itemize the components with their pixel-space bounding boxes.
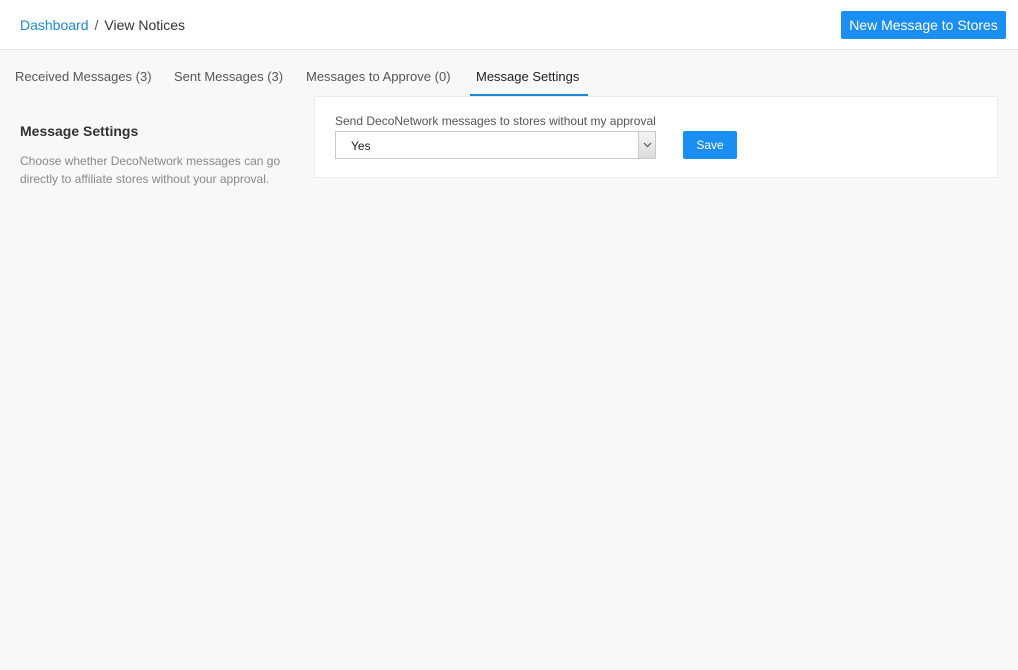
breadcrumb-dashboard-link[interactable]: Dashboard: [20, 17, 89, 33]
tab-message-settings[interactable]: Message Settings: [470, 60, 588, 97]
section-title: Message Settings: [20, 123, 139, 139]
tab-bar: Received Messages (3) Sent Messages (3) …: [0, 60, 1018, 97]
tab-sent-messages[interactable]: Sent Messages (3): [168, 60, 289, 97]
top-bar: Dashboard / View Notices New Message to St…: [0, 0, 1018, 50]
approval-setting-label: Send DecoNetwork messages to stores with…: [335, 114, 656, 128]
tab-received-messages[interactable]: Received Messages (3): [9, 60, 158, 97]
save-button[interactable]: Save: [683, 131, 737, 159]
new-message-to-stores-button[interactable]: New Message to Stores: [841, 11, 1006, 39]
breadcrumb-separator: /: [94, 17, 99, 33]
tab-messages-to-approve[interactable]: Messages to Approve (0): [300, 60, 457, 97]
breadcrumb-current: View Notices: [104, 17, 186, 33]
approval-select[interactable]: Yes: [335, 131, 656, 159]
settings-card: Send DecoNetwork messages to stores with…: [314, 96, 998, 178]
section-description: Choose whether DecoNetwork messages can …: [20, 154, 281, 186]
approval-select-value: Yes: [351, 139, 371, 153]
chevron-down-icon[interactable]: [638, 132, 655, 158]
settings-info-panel: Message Settings Choose whether DecoNetw…: [20, 122, 290, 188]
breadcrumb: Dashboard / View Notices: [20, 17, 185, 33]
